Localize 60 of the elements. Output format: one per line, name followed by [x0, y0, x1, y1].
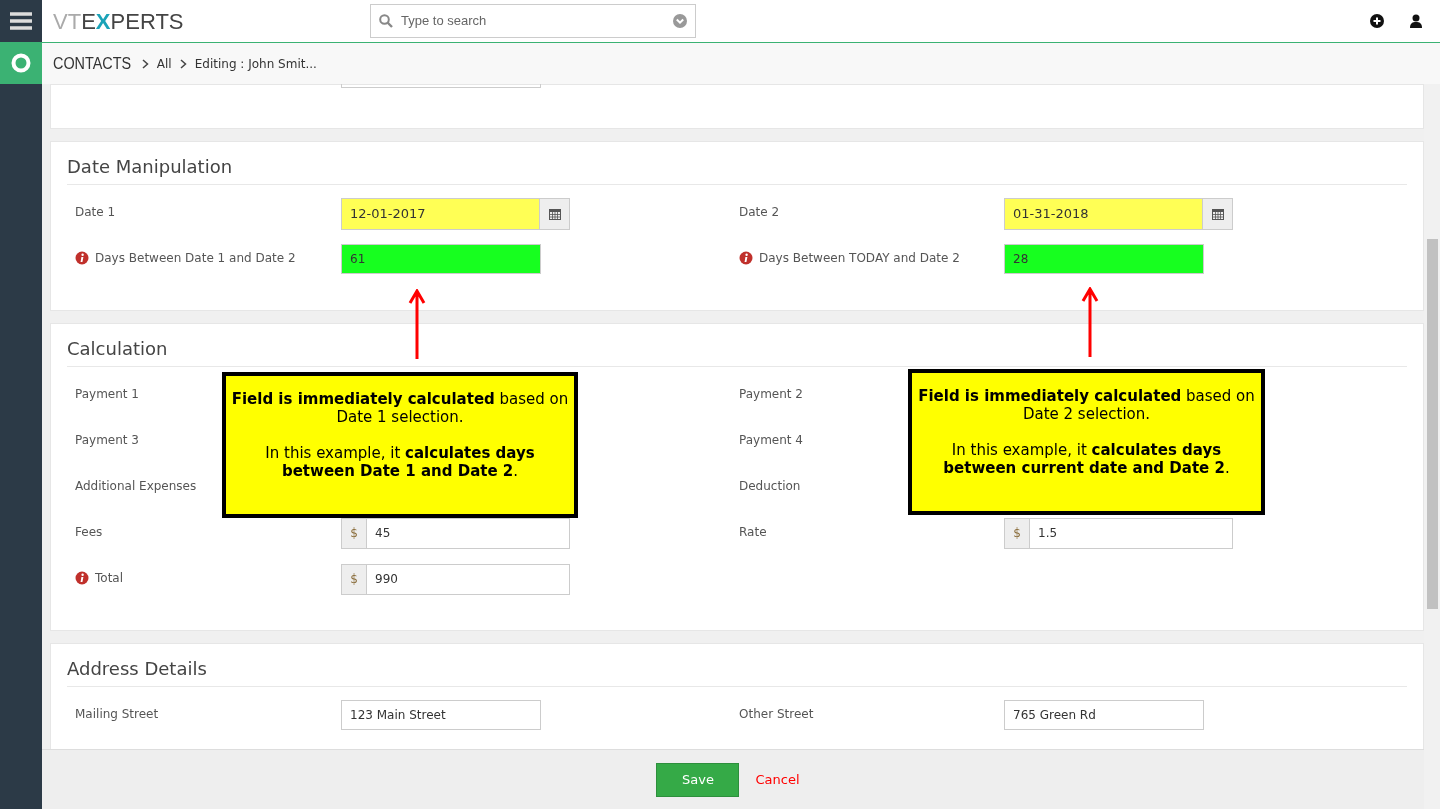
- field-label: Additional Expenses: [75, 478, 197, 495]
- search-input[interactable]: Type to search: [401, 11, 665, 31]
- field-label: Payment 1: [75, 386, 139, 403]
- currency-field[interactable]: $ 990: [341, 564, 570, 595]
- field-label: Date 1: [75, 204, 116, 221]
- currency-addon: $: [342, 519, 367, 548]
- add-icon[interactable]: [1370, 14, 1384, 28]
- chevron-right-icon: [141, 58, 149, 69]
- field-label: Days Between Date 1 and Date 2: [95, 250, 296, 267]
- arrow-icon: [408, 289, 426, 359]
- breadcrumb-item[interactable]: All: [156, 54, 172, 73]
- field-label: Rate: [739, 524, 767, 541]
- currency-field[interactable]: $ 45: [341, 518, 570, 549]
- field-label: Mailing Street: [75, 706, 159, 723]
- calendar-icon: [1211, 208, 1224, 220]
- breadcrumb-item[interactable]: CONTACTS: [53, 51, 132, 76]
- text-field[interactable]: 28: [1004, 244, 1204, 274]
- field-value: 1.5: [1037, 525, 1059, 542]
- text-field[interactable]: 61: [341, 244, 541, 274]
- chevron-right-icon: [179, 58, 187, 69]
- date-field[interactable]: 01-31-2018: [1004, 198, 1233, 230]
- callout-text: Field is immediately calculated based on Date 2 selection.: [917, 387, 1256, 423]
- field-label: Days Between TODAY and Date 2: [759, 250, 960, 267]
- chevron-down-icon: [673, 14, 687, 28]
- date-field[interactable]: 12-01-2017: [341, 198, 570, 230]
- currency-field[interactable]: $ 1.5: [1004, 518, 1233, 549]
- field-label: Date 2: [739, 204, 780, 221]
- callout-text: Field is immediately calculated based on Date 1 selection.: [230, 390, 570, 426]
- text-field[interactable]: 765 Green Rd: [1004, 700, 1204, 730]
- field-label: Payment 3: [75, 432, 139, 449]
- field-label: Total: [95, 570, 124, 587]
- section-title: Calculation: [67, 324, 1407, 367]
- field-value: 45: [374, 525, 392, 542]
- field-label: Other Street: [739, 706, 814, 723]
- field-label: Fees: [75, 524, 103, 541]
- field-value: 01-31-2018: [1012, 205, 1090, 223]
- text-field[interactable]: 123 Main Street: [341, 700, 541, 730]
- text-field[interactable]: [341, 84, 541, 88]
- callout-text: In this example, it calculates days between current date and Date 2.: [942, 441, 1231, 477]
- logo: VTEXPERTS: [53, 7, 185, 36]
- section-title: Address Details: [67, 644, 1407, 687]
- field-value: 990: [374, 571, 399, 588]
- callout-text: In this example, it calculates days between Date 1 and Date 2.: [264, 444, 536, 480]
- search-field[interactable]: Type to search: [370, 4, 696, 38]
- menu-icon: [10, 12, 32, 30]
- arrow-icon: [1081, 287, 1099, 357]
- calendar-button[interactable]: [1202, 199, 1232, 229]
- calendar-icon: [548, 208, 561, 220]
- currency-addon: $: [342, 565, 367, 594]
- calendar-button[interactable]: [539, 199, 569, 229]
- currency-addon: $: [1005, 519, 1030, 548]
- breadcrumb-item[interactable]: Editing : John Smit...: [194, 54, 317, 73]
- field-value: 12-01-2017: [349, 205, 427, 223]
- section-title: Date Manipulation: [67, 142, 1407, 185]
- ring-icon: [11, 53, 31, 73]
- search-icon: [379, 14, 393, 28]
- field-label: Payment 4: [739, 432, 803, 449]
- user-icon[interactable]: [1410, 14, 1422, 28]
- field-label: Payment 2: [739, 386, 803, 403]
- field-label: Deduction: [739, 478, 801, 495]
